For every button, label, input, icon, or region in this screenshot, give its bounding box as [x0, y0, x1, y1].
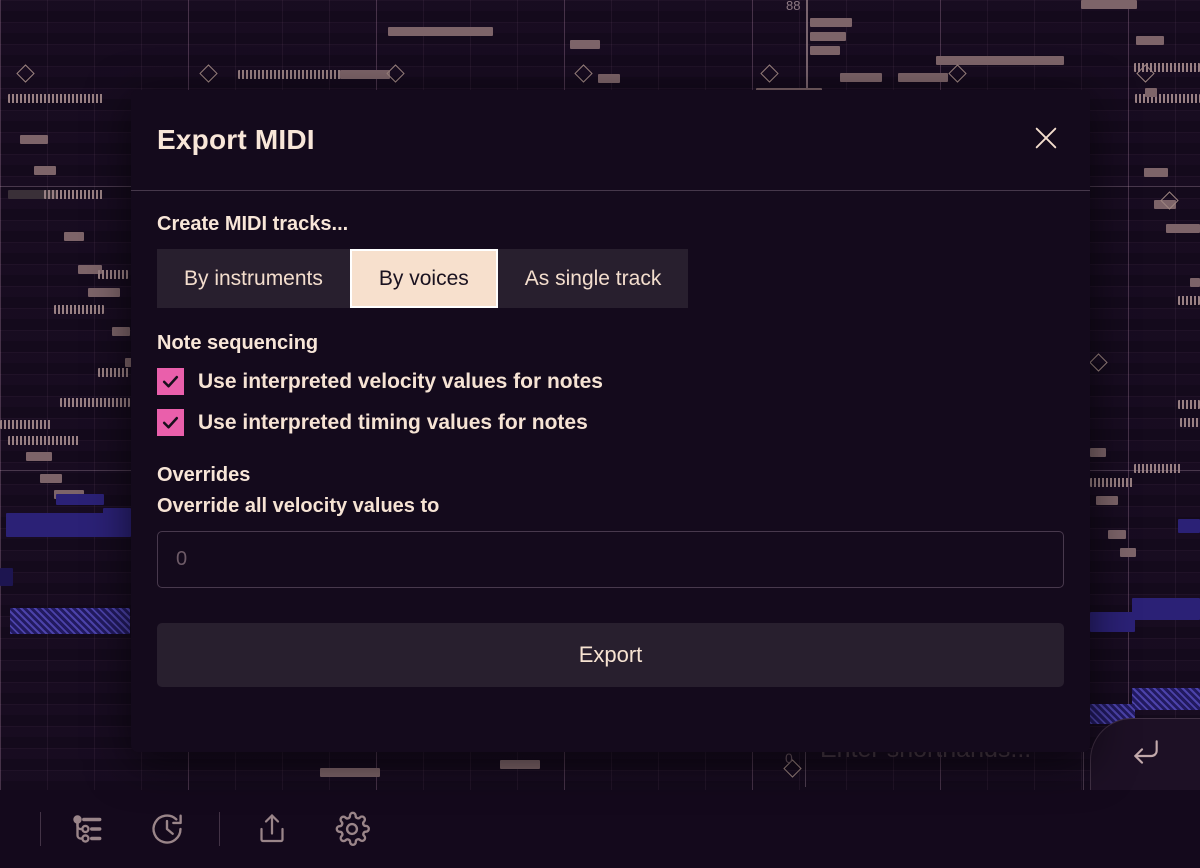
segment-as-single-track[interactable]: As single track: [497, 249, 689, 308]
modal-overlay: Export MIDI Create MIDI tracks... By ins…: [0, 0, 1200, 868]
timing-checkbox-label: Use interpreted timing values for notes: [198, 410, 588, 434]
create-tracks-heading: Create MIDI tracks...: [157, 213, 349, 235]
export-midi-dialog: Export MIDI Create MIDI tracks... By ins…: [131, 90, 1090, 752]
dialog-body: Create MIDI tracks... By instruments By …: [131, 191, 1090, 687]
velocity-checkbox-label: Use interpreted velocity values for note…: [198, 369, 603, 393]
close-x-icon: [1032, 124, 1060, 157]
create-tracks-segmented-control: By instruments By voices As single track: [157, 249, 689, 308]
segment-by-instruments[interactable]: By instruments: [157, 249, 350, 308]
checkbox-row-velocity[interactable]: Use interpreted velocity values for note…: [157, 368, 1064, 395]
app-root: 88 0 Export MIDI Create MIDI tracks... B…: [0, 0, 1200, 868]
segment-by-voices[interactable]: By voices: [349, 249, 498, 308]
override-velocity-label: Override all velocity values to: [157, 495, 440, 517]
dialog-header: Export MIDI: [131, 90, 1090, 191]
timing-checkbox[interactable]: [157, 409, 184, 436]
checkbox-row-timing[interactable]: Use interpreted timing values for notes: [157, 409, 1064, 436]
dialog-title: Export MIDI: [157, 124, 315, 155]
close-button[interactable]: [1026, 120, 1066, 160]
overrides-heading: Overrides: [157, 464, 251, 486]
velocity-checkbox[interactable]: [157, 368, 184, 395]
export-button[interactable]: Export: [157, 623, 1064, 687]
override-velocity-input[interactable]: [157, 531, 1064, 588]
note-sequencing-heading: Note sequencing: [157, 332, 319, 354]
